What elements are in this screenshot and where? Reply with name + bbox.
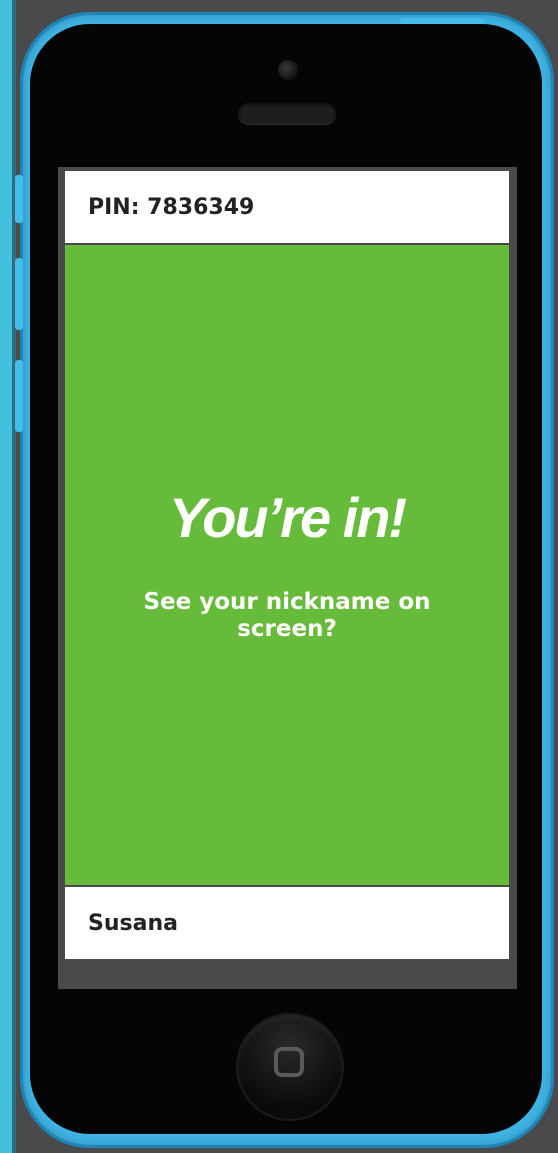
player-nickname: Susana xyxy=(88,910,178,936)
volume-up-button xyxy=(15,258,23,330)
phone-screen: PIN: 7836349 You’re in! See your nicknam… xyxy=(58,167,517,989)
mute-switch xyxy=(15,175,23,223)
stage: PIN: 7836349 You’re in! See your nicknam… xyxy=(0,0,558,1153)
left-edge-shadow xyxy=(12,0,16,1153)
nickname-footer: Susana xyxy=(65,887,509,959)
left-edge-strip xyxy=(0,0,12,1153)
status-headline: You’re in! xyxy=(168,486,407,549)
home-square-icon xyxy=(274,1047,304,1077)
game-pin: PIN: 7836349 xyxy=(88,194,255,220)
volume-down-button xyxy=(15,360,23,432)
pin-header: PIN: 7836349 xyxy=(65,171,509,243)
home-button[interactable] xyxy=(238,1015,342,1119)
status-panel: You’re in! See your nickname on screen? xyxy=(65,245,509,885)
camera-icon xyxy=(278,60,298,80)
speaker-grille xyxy=(238,102,336,124)
status-message: See your nickname on screen? xyxy=(143,589,431,642)
